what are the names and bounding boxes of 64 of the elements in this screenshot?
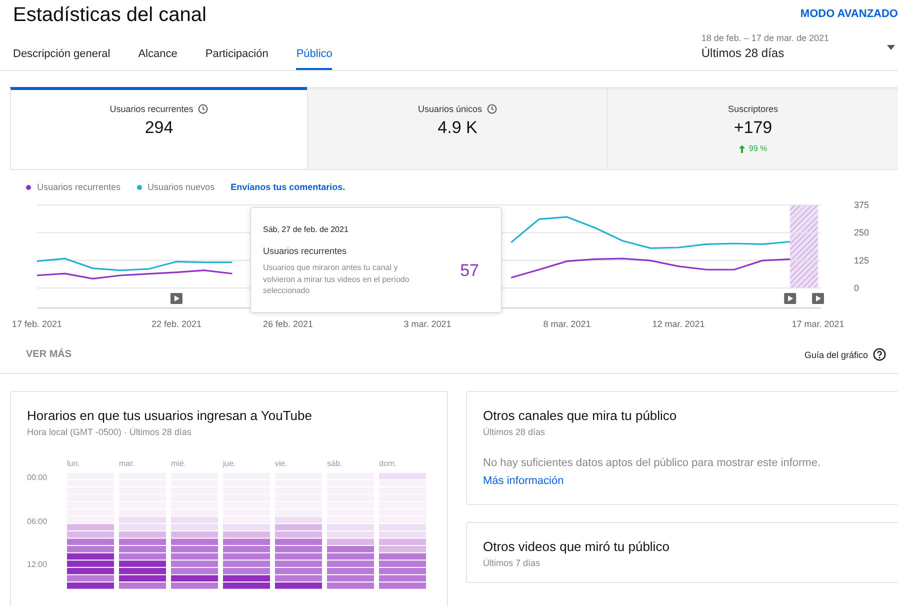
metric-card[interactable]: Suscriptores +179 99 % (607, 87, 898, 169)
date-range-text: 18 de feb. – 17 de mar. de 2021 (701, 33, 829, 43)
x-tick-label: 8 mar. 2021 (543, 319, 591, 329)
tab[interactable]: Alcance (138, 36, 178, 70)
period-dropdown[interactable]: Últimos 28 días (701, 46, 829, 60)
card-subtitle: Últimos 7 días (483, 558, 542, 568)
clock-icon[interactable] (487, 104, 498, 114)
y-tick-label: 250 (854, 228, 870, 238)
x-tick-label: 17 mar. 2021 (792, 319, 844, 329)
play-icon[interactable] (812, 293, 824, 304)
tab[interactable]: Descripción general (13, 36, 110, 70)
metric-label: Usuarios únicos (418, 104, 482, 114)
chart-guide-link[interactable]: Guía del gráfico (804, 350, 868, 360)
clock-icon[interactable] (198, 104, 208, 114)
up-arrow-icon (738, 144, 745, 152)
no-data-message: No hay suficientes datos aptos del público para mostrar este informe. Más información (483, 456, 822, 489)
help-icon[interactable] (873, 348, 886, 361)
more-info-link[interactable]: Más información (483, 474, 564, 487)
day-label: jue. (223, 459, 237, 470)
x-tick-label: 26 feb. 2021 (263, 319, 314, 329)
tooltip-metric: Usuarios recurrentes (263, 246, 348, 256)
tooltip-description: Usuarios que miraron antes tu canal y volvieron a mirar tus videos en el período seleccionado (263, 262, 410, 297)
metric-value: +179 (734, 118, 772, 138)
metric-value: 4.9 K (438, 118, 478, 138)
x-tick-label: 3 mar. 2021 (404, 319, 452, 329)
caret-icon[interactable] (887, 45, 895, 50)
legend-label: Usuarios recurrentes (37, 182, 121, 192)
card-title: Horarios en que tus usuarios ingresan a YouTube (27, 408, 313, 423)
y-tick-label: 0 (854, 283, 860, 293)
play-icon[interactable] (170, 293, 182, 304)
day-label: mié. (171, 459, 188, 470)
metric-label: Usuarios recurrentes (110, 104, 194, 114)
y-tick-label: 125 (854, 255, 870, 266)
tab[interactable]: Público (296, 36, 332, 70)
card-subtitle: Hora local (GMT -0500) · Últimos 28 días (27, 427, 192, 437)
x-tick-label: 22 feb. 2021 (151, 319, 202, 329)
metric-label: Suscriptores (728, 104, 778, 114)
day-label: vie. (275, 459, 288, 470)
card-subtitle: Últimos 28 días (483, 427, 546, 437)
see-more-link[interactable]: VER MÁS (26, 349, 72, 360)
tooltip-value: 57 (460, 261, 479, 282)
x-tick-label: 12 mar. 2021 (652, 319, 705, 329)
metric-card[interactable]: Usuarios únicos 4.9 K (307, 87, 607, 169)
day-label: dom. (379, 459, 398, 470)
hour-label: 12:00 (27, 560, 48, 571)
change-text: 99 % (748, 144, 768, 153)
day-label: lun. (67, 459, 81, 470)
play-icon[interactable] (784, 293, 796, 304)
metric-card[interactable]: Usuarios recurrentes 294 (10, 87, 307, 169)
card-title: Otros videos que miró tu público (483, 539, 670, 554)
day-label: sáb. (327, 459, 344, 470)
legend-label: Usuarios nuevos (148, 182, 215, 192)
y-tick-label: 375 (854, 200, 870, 210)
tooltip-date: Sáb, 27 de feb. de 2021 (263, 225, 350, 234)
hour-label: 00:00 (27, 473, 48, 484)
day-label: mar. (119, 459, 136, 470)
page-title: Estadísticas del canal (13, 4, 206, 27)
card-title: Otros canales que mira tu público (483, 408, 678, 423)
advanced-mode-link[interactable]: MODO AVANZADO (800, 4, 898, 20)
tab[interactable]: Participación (205, 36, 268, 70)
hour-label: 06:00 (27, 516, 48, 528)
feedback-link[interactable]: Envíanos tus comentarios. (230, 182, 346, 192)
metric-value: 294 (144, 118, 174, 138)
x-tick-label: 17 feb. 2021 (12, 319, 62, 329)
